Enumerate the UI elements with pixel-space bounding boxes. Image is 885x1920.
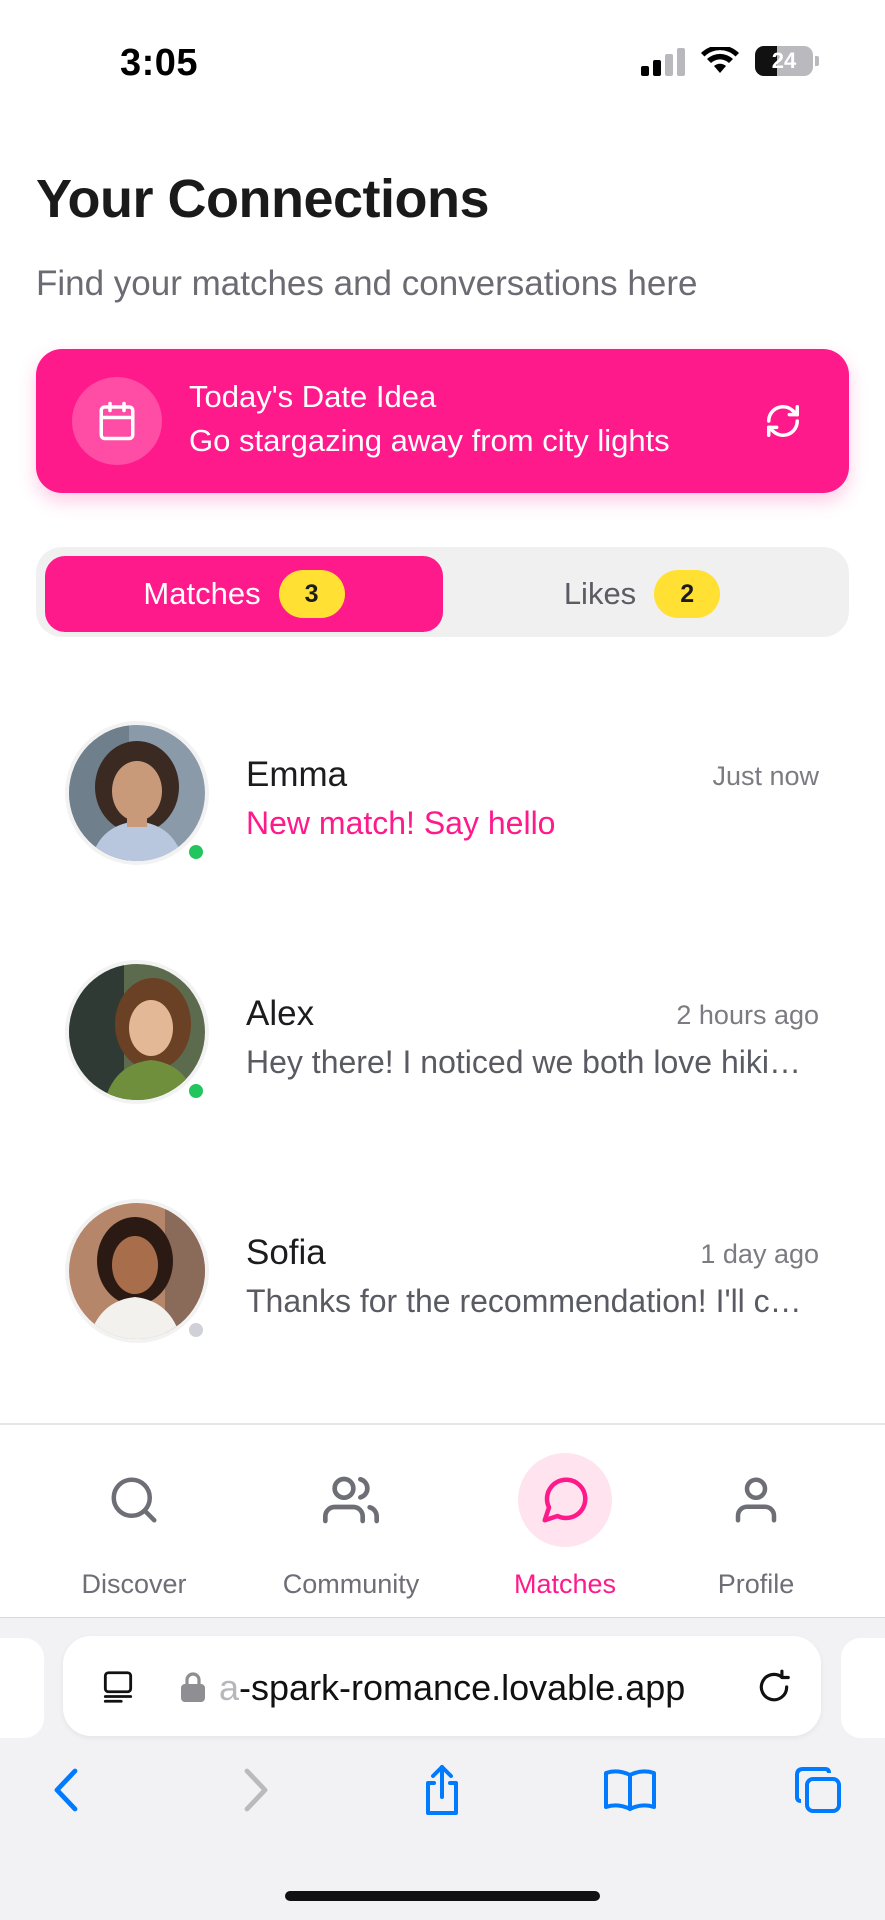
date-idea-icon-wrap <box>72 377 162 465</box>
avatar-sofia <box>69 1203 205 1339</box>
conversation-preview: New match! Say hello <box>246 805 556 841</box>
status-bar: 3:05 24 <box>0 0 885 120</box>
status-icons: 24 <box>641 46 819 76</box>
conversation-time: Just now <box>712 761 819 791</box>
back-button[interactable] <box>26 1750 106 1830</box>
next-tab-preview[interactable] <box>841 1638 885 1738</box>
reload-icon[interactable] <box>755 1668 793 1706</box>
bookmarks-button[interactable] <box>590 1750 670 1830</box>
chevron-left-icon <box>54 1768 78 1812</box>
refresh-icon <box>767 405 799 437</box>
nav-icon-wrap <box>304 1453 398 1547</box>
lock-icon <box>181 1672 205 1702</box>
browser-toolbar <box>0 1750 885 1830</box>
page-title: Your Connections <box>36 169 490 229</box>
home-indicator <box>285 1891 600 1901</box>
avatar-emma <box>69 725 205 861</box>
date-idea-card[interactable]: Today's Date Idea Go stargazing away fro… <box>36 349 849 493</box>
tab-matches-label: Matches <box>143 576 261 611</box>
offline-status-dot <box>186 1320 206 1340</box>
user-icon <box>735 1477 777 1523</box>
tabs-button[interactable] <box>778 1750 858 1830</box>
conversation-name: Alex <box>246 994 315 1033</box>
nav-icon-wrap <box>518 1453 612 1547</box>
conversation-preview: Thanks for the recommendation! I'll c… <box>246 1283 802 1319</box>
page-subtitle: Find your matches and conversations here <box>36 264 698 303</box>
tab-matches[interactable]: Matches 3 <box>45 556 443 632</box>
likes-count-badge: 2 <box>654 570 721 618</box>
url-prefix: a <box>219 1667 240 1708</box>
nav-label: Discover <box>81 1569 187 1599</box>
nav-item-discover[interactable]: Discover <box>34 1425 234 1619</box>
tab-likes[interactable]: Likes 2 <box>443 556 841 632</box>
online-status-dot <box>186 842 206 862</box>
share-icon <box>426 1765 458 1815</box>
calendar-icon <box>99 401 135 441</box>
users-icon <box>323 1476 379 1524</box>
address-bar[interactable]: a-spark-romance.lovable.app <box>63 1636 821 1736</box>
battery-icon: 24 <box>755 46 819 76</box>
forward-button[interactable] <box>216 1750 296 1830</box>
nav-label: Profile <box>717 1569 795 1599</box>
nav-item-matches[interactable]: Matches <box>465 1425 665 1619</box>
conversation-item-alex[interactable]: Alex 2 hours ago Hey there! I noticed we… <box>0 964 885 1144</box>
nav-label: Community <box>282 1569 420 1599</box>
date-idea-text: Go stargazing away from city lights <box>189 423 670 458</box>
conversation-item-sofia[interactable]: Sofia 1 day ago Thanks for the recommend… <box>0 1203 885 1383</box>
conversation-time: 1 day ago <box>700 1239 819 1269</box>
nav-icon-wrap <box>87 1453 181 1547</box>
connections-tabs: Matches 3 Likes 2 <box>36 547 849 637</box>
reader-mode-icon[interactable] <box>99 1668 137 1706</box>
browser-chrome: a-spark-romance.lovable.app <box>0 1617 885 1920</box>
conversation-name: Emma <box>246 755 348 794</box>
refresh-date-idea-button[interactable] <box>761 399 805 443</box>
search-icon <box>111 1477 157 1523</box>
tabs-icon <box>795 1767 841 1813</box>
message-circle-icon <box>542 1477 588 1523</box>
status-time: 3:05 <box>120 42 199 84</box>
wifi-icon <box>701 47 739 73</box>
nav-item-community[interactable]: Community <box>251 1425 451 1619</box>
conversation-name: Sofia <box>246 1233 326 1272</box>
online-status-dot <box>186 1081 206 1101</box>
chevron-right-icon <box>244 1768 268 1812</box>
date-idea-title: Today's Date Idea <box>189 379 437 414</box>
url-text: a-spark-romance.lovable.app <box>219 1667 685 1709</box>
nav-label: Matches <box>513 1569 617 1599</box>
previous-tab-preview[interactable] <box>0 1638 44 1738</box>
tab-likes-label: Likes <box>563 576 637 611</box>
nav-item-profile[interactable]: Profile <box>656 1425 856 1619</box>
avatar-alex <box>69 964 205 1100</box>
share-button[interactable] <box>402 1750 482 1830</box>
cellular-signal-icon <box>641 46 685 76</box>
bottom-nav: Discover Community Matches Profile <box>0 1423 885 1617</box>
nav-icon-wrap <box>709 1453 803 1547</box>
conversation-item-emma[interactable]: Emma Just now New match! Say hello <box>0 725 885 905</box>
matches-count-badge: 3 <box>278 570 345 618</box>
url-domain: -spark-romance.lovable.app <box>239 1667 686 1708</box>
battery-level: 24 <box>771 48 797 73</box>
conversation-time: 2 hours ago <box>676 1000 819 1030</box>
conversation-preview: Hey there! I noticed we both love hiki… <box>246 1044 801 1080</box>
book-icon <box>604 1769 656 1811</box>
